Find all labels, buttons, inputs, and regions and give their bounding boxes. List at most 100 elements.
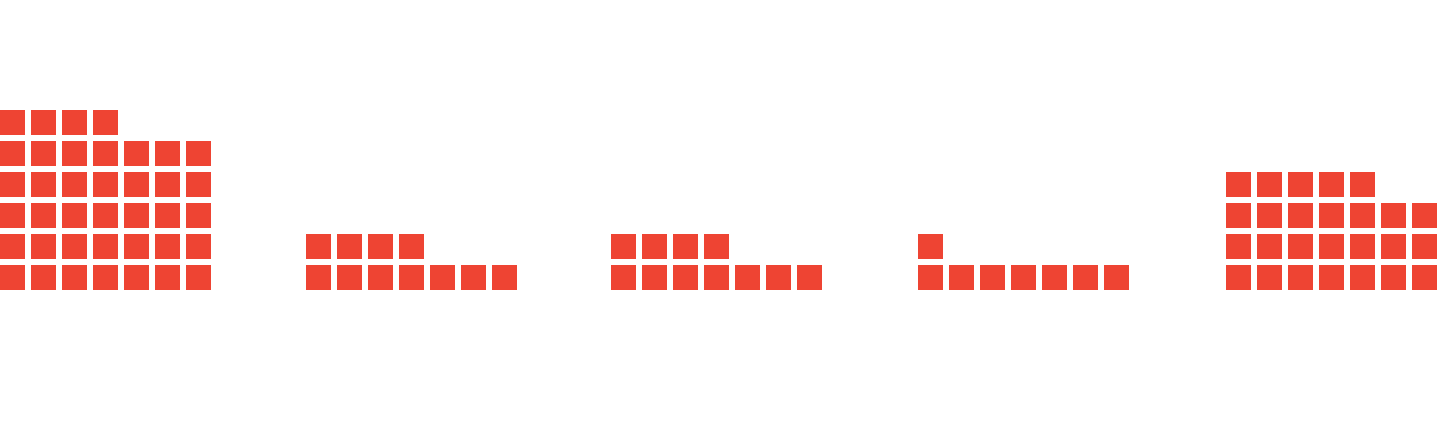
waffle-unit xyxy=(186,265,211,290)
waffle-unit xyxy=(1257,172,1282,197)
waffle-unit xyxy=(0,234,25,259)
waffle-unit xyxy=(368,234,393,259)
waffle-unit xyxy=(1381,265,1406,290)
waffle-unit xyxy=(735,265,760,290)
waffle-unit xyxy=(673,265,698,290)
waffle-unit xyxy=(1073,265,1098,290)
waffle-unit xyxy=(31,172,56,197)
waffle-unit xyxy=(1319,265,1344,290)
waffle-unit xyxy=(62,172,87,197)
waffle-unit xyxy=(611,234,636,259)
waffle-unit xyxy=(611,265,636,290)
waffle-unit xyxy=(155,265,180,290)
waffle-unit xyxy=(1226,172,1251,197)
waffle-unit xyxy=(1319,234,1344,259)
waffle-unit xyxy=(186,172,211,197)
waffle-unit xyxy=(1288,265,1313,290)
waffle-unit xyxy=(186,141,211,166)
waffle-unit xyxy=(673,234,698,259)
waffle-unit xyxy=(980,265,1005,290)
waffle-unit xyxy=(186,234,211,259)
waffle-unit xyxy=(31,110,56,135)
waffle-unit xyxy=(124,172,149,197)
waffle-unit xyxy=(1319,203,1344,228)
waffle-unit xyxy=(1350,265,1375,290)
waffle-unit xyxy=(918,234,943,259)
waffle-unit xyxy=(93,110,118,135)
waffle-unit xyxy=(1350,203,1375,228)
waffle-unit xyxy=(1381,203,1406,228)
waffle-unit xyxy=(124,141,149,166)
waffle-unit xyxy=(1257,234,1282,259)
waffle-unit xyxy=(1257,203,1282,228)
waffle-group-5 xyxy=(1226,172,1437,290)
waffle-unit xyxy=(1350,234,1375,259)
waffle-unit xyxy=(797,265,822,290)
waffle-unit xyxy=(124,203,149,228)
waffle-unit xyxy=(1412,203,1437,228)
waffle-unit xyxy=(1412,234,1437,259)
waffle-unit xyxy=(1226,203,1251,228)
waffle-unit xyxy=(0,265,25,290)
waffle-unit xyxy=(93,234,118,259)
waffle-unit xyxy=(1350,172,1375,197)
waffle-unit xyxy=(704,265,729,290)
waffle-unit xyxy=(124,265,149,290)
waffle-unit xyxy=(1381,234,1406,259)
waffle-unit xyxy=(1319,172,1344,197)
waffle-unit xyxy=(399,265,424,290)
waffle-unit xyxy=(186,203,211,228)
waffle-unit xyxy=(62,203,87,228)
waffle-unit xyxy=(0,141,25,166)
waffle-group-3 xyxy=(611,234,822,290)
waffle-unit xyxy=(0,110,25,135)
waffle-unit xyxy=(62,265,87,290)
waffle-unit xyxy=(642,265,667,290)
waffle-unit xyxy=(31,141,56,166)
waffle-unit xyxy=(337,234,362,259)
waffle-unit xyxy=(766,265,791,290)
waffle-unit xyxy=(306,234,331,259)
waffle-chart-svg xyxy=(0,110,1437,290)
waffle-unit xyxy=(62,110,87,135)
waffle-unit xyxy=(31,234,56,259)
waffle-unit xyxy=(93,141,118,166)
waffle-unit xyxy=(1226,234,1251,259)
waffle-unit xyxy=(0,172,25,197)
waffle-unit xyxy=(93,265,118,290)
waffle-group-4 xyxy=(918,234,1129,290)
waffle-unit xyxy=(368,265,393,290)
waffle-unit xyxy=(1226,265,1251,290)
waffle-unit xyxy=(62,141,87,166)
waffle-unit xyxy=(0,203,25,228)
waffle-unit xyxy=(1288,172,1313,197)
waffle-unit xyxy=(124,234,149,259)
waffle-unit xyxy=(461,265,486,290)
waffle-unit xyxy=(1104,265,1129,290)
waffle-unit xyxy=(492,265,517,290)
waffle-unit xyxy=(155,141,180,166)
waffle-unit xyxy=(93,203,118,228)
waffle-unit xyxy=(1288,203,1313,228)
waffle-unit xyxy=(1011,265,1036,290)
waffle-unit xyxy=(31,265,56,290)
waffle-unit xyxy=(642,234,667,259)
waffle-unit xyxy=(155,203,180,228)
waffle-chart xyxy=(0,0,1438,448)
waffle-unit xyxy=(306,265,331,290)
waffle-unit xyxy=(949,265,974,290)
waffle-unit xyxy=(1288,234,1313,259)
waffle-unit xyxy=(918,265,943,290)
waffle-unit xyxy=(31,203,56,228)
waffle-unit xyxy=(155,234,180,259)
waffle-group-2 xyxy=(306,234,517,290)
waffle-unit xyxy=(430,265,455,290)
waffle-unit xyxy=(93,172,118,197)
waffle-unit xyxy=(337,265,362,290)
waffle-groups xyxy=(0,110,1437,290)
waffle-unit xyxy=(1412,265,1437,290)
waffle-unit xyxy=(155,172,180,197)
waffle-unit xyxy=(62,234,87,259)
waffle-unit xyxy=(704,234,729,259)
waffle-unit xyxy=(1257,265,1282,290)
